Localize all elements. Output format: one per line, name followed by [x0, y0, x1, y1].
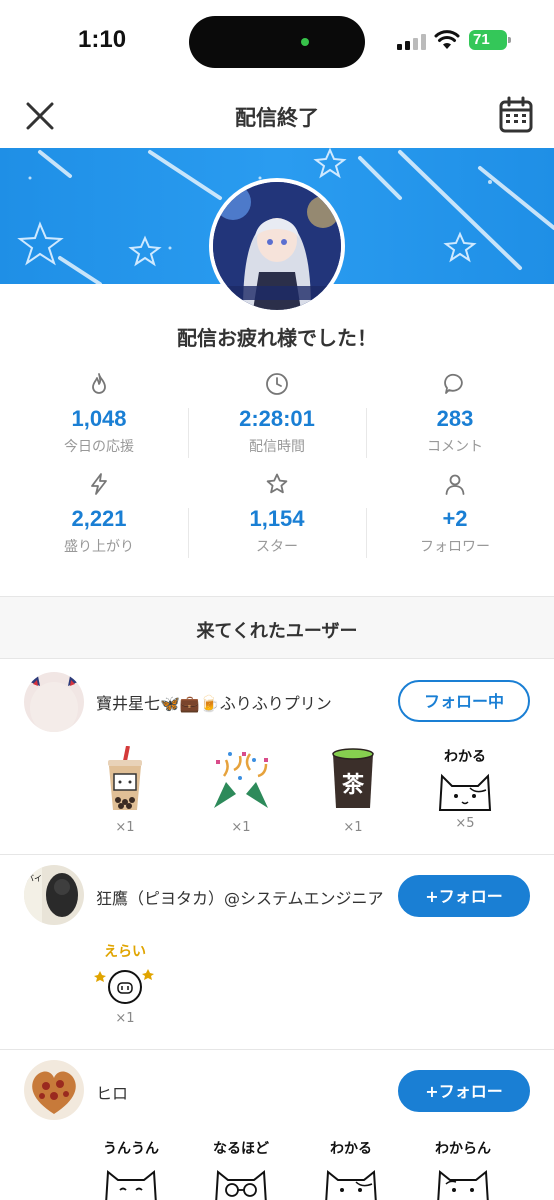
visitor-row: 寶井星七🦋💼🍺ふりふりプリン フォロー中 ×1 ×1 茶 ×1 わかる ×5: [0, 660, 554, 854]
gift-item: ×1: [196, 746, 286, 835]
person-icon: [445, 474, 465, 495]
user-name[interactable]: ヒロ: [96, 1080, 386, 1104]
follow-button[interactable]: +フォロー: [398, 1070, 530, 1112]
cat-wakaru-icon: わかる: [316, 1138, 386, 1200]
user-name[interactable]: 狂鷹（ピヨタカ）@システムエンジニア: [96, 885, 386, 909]
gift-item: 茶 ×1: [308, 746, 398, 835]
wifi-icon: [434, 30, 460, 49]
stat-stars: 1,154 スター: [188, 468, 366, 564]
cat-wakaran-icon: わからん: [428, 1138, 498, 1200]
status-bar: 1:10 71: [0, 0, 554, 84]
green-tea-cup-icon: 茶: [332, 748, 374, 808]
clock-icon: [266, 373, 288, 395]
avatar[interactable]: [24, 1060, 84, 1120]
divider: [366, 508, 367, 558]
greeting-message: 配信お疲れ様でした！: [177, 326, 377, 350]
gift-item: ×1: [80, 745, 170, 835]
follow-button[interactable]: +フォロー: [398, 875, 530, 917]
divider: [366, 408, 367, 458]
header: 配信終了: [0, 84, 554, 148]
flame-icon: [92, 373, 106, 394]
stat-comments: 283 コメント: [366, 368, 544, 464]
gift-item: わかる: [306, 1138, 396, 1200]
page-title: 配信終了: [235, 106, 319, 130]
pig-erai-icon: えらい: [90, 941, 160, 1007]
svg-text:茶: 茶: [342, 773, 365, 798]
visitors-section-header: 来てくれたユーザー: [0, 597, 554, 659]
party-popper-icon: [214, 752, 268, 808]
battery-indicator: 71: [469, 30, 511, 50]
following-button[interactable]: フォロー中: [398, 680, 530, 722]
gift-item: うんうん: [86, 1138, 176, 1200]
comment-icon: [444, 373, 463, 394]
svg-text:バイ: バイ: [26, 874, 42, 883]
section-title: 来てくれたユーザー: [196, 621, 358, 642]
gift-item: なるほど: [196, 1138, 286, 1200]
gift-item: わかる ×5: [420, 746, 510, 831]
lightning-icon: [91, 473, 107, 495]
visitor-row: バイ 狂鷹（ピヨタカ）@システムエンジニア +フォロー えらい ×1: [0, 855, 554, 1049]
signal-icon: [397, 34, 427, 50]
stat-excitement: 2,221 盛り上がり: [10, 468, 188, 564]
stat-stream-time: 2:28:01 配信時間: [188, 368, 366, 464]
bubble-tea-icon: [108, 745, 142, 810]
cat-naruhodo-icon: なるほど: [206, 1138, 276, 1200]
calendar-icon[interactable]: [498, 96, 534, 134]
user-name[interactable]: 寶井星七🦋💼🍺ふりふりプリン: [96, 690, 386, 714]
divider: [188, 508, 189, 558]
dynamic-island: [189, 16, 365, 68]
cat-unun-icon: うんうん: [96, 1138, 166, 1200]
star-icon: [266, 473, 288, 494]
status-time: 1:10: [78, 26, 127, 53]
gift-item: えらい ×1: [80, 941, 170, 1026]
divider: [188, 408, 189, 458]
stat-followers: +2 フォロワー: [366, 468, 544, 564]
visitor-row: ヒロ +フォロー うんうん なるほど わかる わからん: [0, 1050, 554, 1200]
gift-item: わからん: [418, 1138, 508, 1200]
cat-wakaru-icon: わかる: [430, 746, 500, 812]
streamer-avatar: [209, 178, 345, 314]
stat-daily-support: 1,048 今日の応援: [10, 368, 188, 464]
avatar[interactable]: バイ: [24, 865, 84, 925]
avatar[interactable]: [24, 672, 84, 732]
